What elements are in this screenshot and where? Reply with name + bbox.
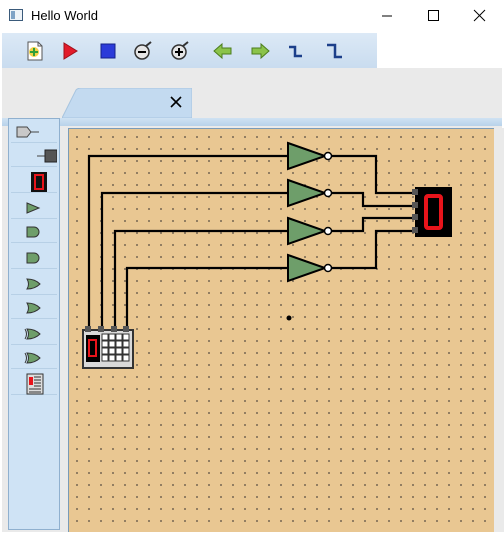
inverter-gate[interactable] — [287, 216, 333, 246]
wire-5 — [331, 154, 413, 195]
wire-1 — [87, 154, 288, 330]
inverter-gate[interactable] — [287, 141, 333, 171]
wire-8 — [331, 229, 413, 270]
wires — [87, 154, 413, 330]
keypad-keys — [101, 333, 130, 362]
inverter-gate[interactable] — [287, 178, 333, 208]
wire-4 — [125, 266, 288, 330]
keypad[interactable] — [82, 326, 134, 369]
stray-junction-dot — [286, 315, 292, 321]
inverter-gate[interactable] — [287, 253, 333, 283]
wire-2 — [100, 191, 288, 330]
wire-6 — [331, 191, 413, 208]
circuit-diagram — [82, 141, 452, 369]
wire-7 — [331, 216, 413, 233]
wire-3 — [113, 229, 288, 330]
seven-segment-display[interactable] — [412, 187, 452, 237]
